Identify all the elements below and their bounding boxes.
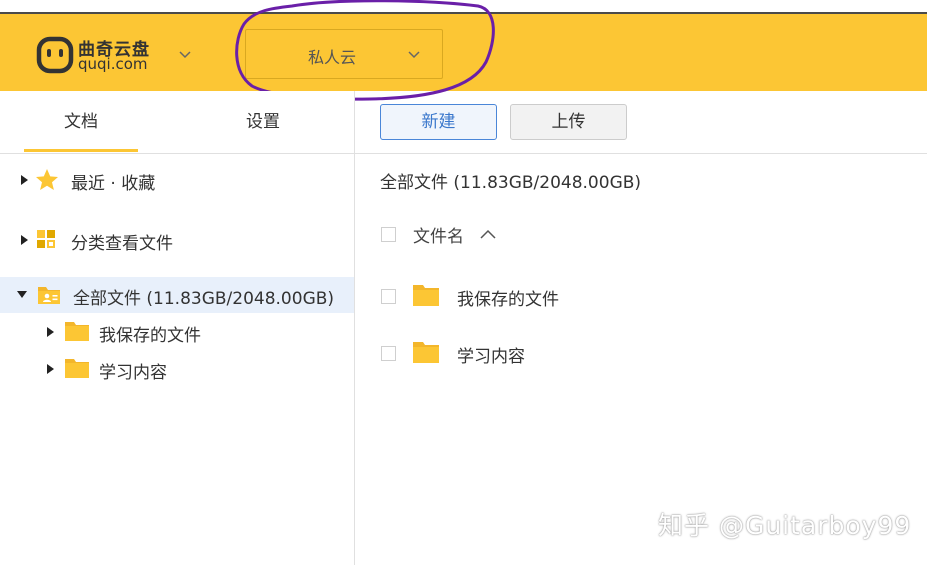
space-selector-value: 私人云 [308, 48, 357, 67]
breadcrumb: 全部文件 (11.83GB/2048.00GB) [380, 173, 642, 193]
tree-item-all-files[interactable]: 全部文件 (11.83GB/2048.00GB) [0, 277, 354, 313]
tree-item-label: 最近 · 收藏 [71, 174, 156, 194]
chevron-down-icon [408, 51, 420, 59]
tree-item-label: 我保存的文件 [99, 326, 201, 346]
select-all-checkbox[interactable] [381, 227, 396, 242]
tree-item-study-content[interactable]: 学习内容 [0, 352, 354, 386]
caret-right-icon[interactable] [44, 325, 56, 339]
tree-item-saved-files[interactable]: 我保存的文件 [0, 315, 354, 349]
tree-item-label: 全部文件 (11.83GB/2048.00GB) [73, 289, 335, 309]
tree-item-label: 分类查看文件 [71, 234, 173, 254]
toolbar: 新建 上传 [355, 91, 927, 154]
quqi-cloud-page: 曲奇云盘 quqi.com 私人云 文档 设置 最近 · 收藏 分类查看文件 全… [0, 0, 927, 565]
tree-item-label: 学习内容 [99, 363, 167, 383]
caret-right-icon[interactable] [18, 233, 30, 247]
app-header: 曲奇云盘 quqi.com 私人云 [0, 14, 927, 91]
brand-logo[interactable]: 曲奇云盘 quqi.com [36, 35, 186, 75]
main-content: 新建 上传 全部文件 (11.83GB/2048.00GB) 文件名 我保存的文… [355, 91, 927, 565]
sort-asc-icon[interactable] [479, 228, 497, 240]
column-header-name[interactable]: 文件名 [413, 222, 464, 247]
chevron-down-icon[interactable] [178, 48, 192, 62]
tab-settings[interactable]: 设置 [206, 91, 320, 153]
tree-item-category-view[interactable]: 分类查看文件 [0, 223, 354, 257]
active-tab-indicator [24, 149, 138, 152]
folder-icon [413, 342, 439, 363]
star-icon [36, 169, 58, 190]
caret-right-icon[interactable] [18, 173, 30, 187]
brand-url: quqi.com [78, 55, 148, 73]
file-row[interactable]: 我保存的文件 [355, 278, 927, 314]
sidebar: 文档 设置 最近 · 收藏 分类查看文件 全部文件 (11.83GB/2048.… [0, 91, 354, 565]
caret-down-icon[interactable] [15, 288, 29, 300]
upload-button[interactable]: 上传 [510, 104, 627, 140]
folder-icon [65, 322, 89, 341]
new-button[interactable]: 新建 [380, 104, 497, 140]
row-checkbox[interactable] [381, 346, 396, 361]
quqi-logo-icon [36, 36, 74, 74]
file-row[interactable]: 学习内容 [355, 335, 927, 371]
file-name[interactable]: 我保存的文件 [457, 285, 559, 310]
tree-item-recent-favorites[interactable]: 最近 · 收藏 [0, 163, 354, 197]
file-name[interactable]: 学习内容 [457, 342, 525, 367]
tab-documents[interactable]: 文档 [24, 91, 138, 153]
folder-icon [413, 285, 439, 306]
file-list-header: 文件名 [355, 217, 927, 251]
caret-right-icon[interactable] [44, 362, 56, 376]
watermark: 知乎 @Guitarboy99 [658, 511, 912, 540]
space-selector[interactable]: 私人云 [245, 29, 443, 79]
sidebar-tabs: 文档 设置 [0, 91, 354, 154]
folder-icon [65, 359, 89, 378]
folder-shared-icon [38, 287, 60, 304]
category-grid-icon [37, 230, 55, 248]
window-top-border [0, 0, 927, 14]
row-checkbox[interactable] [381, 289, 396, 304]
